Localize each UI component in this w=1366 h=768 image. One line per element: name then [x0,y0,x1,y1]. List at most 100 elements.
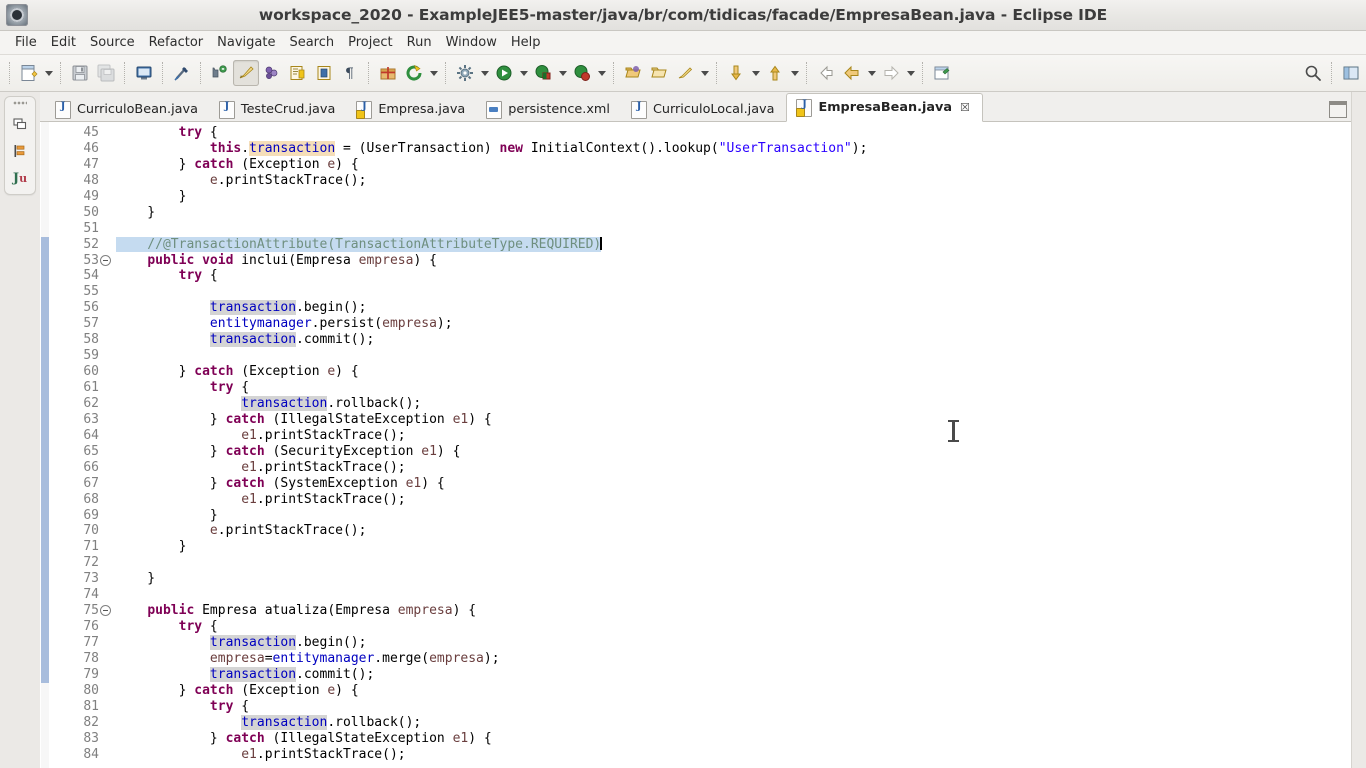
code-line[interactable]: entitymanager.persist(empresa); [116,316,1351,332]
code-line[interactable]: } catch (SecurityException e1) { [116,444,1351,460]
menu-item-search[interactable]: Search [282,33,341,52]
new-java-package-button[interactable] [207,60,233,86]
editor-tab-curriculolocal-java[interactable]: CurriculoLocal.java [622,97,786,122]
code-line[interactable]: } catch (Exception e) { [116,157,1351,173]
build-all-button[interactable] [375,60,401,86]
code-line[interactable]: } [116,539,1351,555]
code-line[interactable]: public Empresa atualiza(Empresa empresa)… [116,603,1351,619]
code-line[interactable]: try { [116,699,1351,715]
close-icon[interactable]: ☒ [960,101,970,114]
code-line[interactable]: e1.printStackTrace(); [116,428,1351,444]
minimize-icon[interactable] [1329,101,1347,118]
code-line[interactable]: e1.printStackTrace(); [116,460,1351,476]
debug-dropdown-arrow[interactable] [595,60,608,86]
external-tools-dropdown-arrow[interactable] [478,60,491,86]
code-line[interactable]: try { [116,380,1351,396]
package-explorer-icon[interactable] [10,114,30,134]
previous-annotation-dropdown-arrow[interactable] [788,60,801,86]
code-line[interactable]: } catch (Exception e) { [116,364,1351,380]
menu-item-project[interactable]: Project [341,33,399,52]
menu-item-navigate[interactable]: Navigate [210,33,282,52]
quick-fix-button[interactable] [672,60,698,86]
code-line[interactable]: try { [116,619,1351,635]
source-code-text[interactable]: try { this.transaction = (UserTransactio… [102,122,1351,768]
code-line[interactable]: transaction.commit(); [116,666,1351,683]
new-window-button[interactable] [929,60,955,86]
junit-view-icon[interactable]: Ju [10,168,30,188]
menu-item-edit[interactable]: Edit [44,33,83,52]
print-button[interactable] [131,60,157,86]
refresh-button[interactable] [401,60,427,86]
run-dropdown-arrow[interactable] [517,60,530,86]
open-resource-button[interactable] [646,60,672,86]
open-perspective-button[interactable] [620,60,646,86]
editor-tab-curriculobean-java[interactable]: CurriculoBean.java [46,97,210,122]
open-type-button[interactable] [285,60,311,86]
code-line[interactable]: } catch (IllegalStateException e1) { [116,412,1351,428]
editor-tab-empresabean-java[interactable]: EmpresaBean.java ☒ [786,93,983,122]
new-wizard-button[interactable] [16,60,42,86]
code-line[interactable]: transaction.commit(); [116,332,1351,348]
code-line[interactable]: } catch (IllegalStateException e1) { [116,731,1351,747]
next-annotation-dropdown-arrow[interactable] [749,60,762,86]
refresh-dropdown-arrow[interactable] [427,60,440,86]
outline-icon[interactable] [10,141,30,161]
code-line[interactable]: e1.printStackTrace(); [116,747,1351,763]
code-line[interactable] [116,348,1351,364]
code-line[interactable] [116,221,1351,237]
code-line[interactable]: transaction.begin(); [116,300,1351,316]
perspective-switcher-button[interactable] [1338,60,1364,86]
editor-tab-persistence-xml[interactable]: persistence.xml [477,97,622,122]
quick-fix-dropdown-arrow[interactable] [698,60,711,86]
code-line[interactable]: //@TransactionAttribute(TransactionAttri… [116,236,1351,253]
menu-item-file[interactable]: File [8,33,44,52]
code-line[interactable]: try { [116,268,1351,284]
code-line[interactable]: try { [116,125,1351,141]
run-button[interactable] [491,60,517,86]
previous-annotation-button[interactable] [762,60,788,86]
java-source-editor[interactable]: 45 46 47 48 49 50 51 52 53 54 55 56 57 58 59 60 61 62 63 64… [40,122,1351,768]
editor-tab-empresa-java[interactable]: Empresa.java [347,97,477,122]
save-all-button[interactable] [93,60,119,86]
save-button[interactable] [67,60,93,86]
menu-item-source[interactable]: Source [83,33,142,52]
code-line[interactable]: e.printStackTrace(); [116,523,1351,539]
code-line[interactable]: } catch (Exception e) { [116,683,1351,699]
trim-grip-handle[interactable] [13,101,27,105]
code-line[interactable]: empresa=entitymanager.merge(empresa); [116,651,1351,667]
code-line[interactable]: public void inclui(Empresa empresa) { [116,253,1351,269]
quick-access-search-button[interactable] [1300,60,1326,86]
menu-item-window[interactable]: Window [439,33,504,52]
new-wizard-dropdown-arrow[interactable] [42,60,55,86]
next-annotation-button[interactable] [723,60,749,86]
menu-item-run[interactable]: Run [400,33,439,52]
forward-button[interactable] [878,60,904,86]
forward-back-button[interactable] [839,60,865,86]
forward-dropdown-arrow[interactable] [904,60,917,86]
code-line[interactable]: e.printStackTrace(); [116,173,1351,189]
code-line[interactable]: transaction.begin(); [116,635,1351,651]
link-editor-button[interactable] [169,60,195,86]
open-task-button[interactable] [311,60,337,86]
code-line[interactable]: e1.printStackTrace(); [116,492,1351,508]
code-line[interactable]: } [116,205,1351,221]
forward-back-dropdown-arrow[interactable] [865,60,878,86]
external-tools-button[interactable] [452,60,478,86]
coverage-button[interactable] [530,60,556,86]
menu-item-refactor[interactable]: Refactor [142,33,211,52]
debug-button[interactable] [569,60,595,86]
code-line[interactable] [116,284,1351,300]
back-button[interactable] [813,60,839,86]
editor-tab-testecrud-java[interactable]: TesteCrud.java [210,97,347,122]
code-line[interactable] [116,555,1351,571]
code-line[interactable]: this.transaction = (UserTransaction) new… [116,140,1351,157]
code-line[interactable]: transaction.rollback(); [116,395,1351,412]
menu-item-help[interactable]: Help [504,33,548,52]
code-line[interactable]: } [116,508,1351,524]
coverage-dropdown-arrow[interactable] [556,60,569,86]
code-line[interactable]: } [116,189,1351,205]
code-line[interactable]: } [116,571,1351,587]
code-line[interactable]: } catch (SystemException e1) { [116,476,1351,492]
show-whitespace-button[interactable]: ¶ [337,60,363,86]
code-line[interactable]: transaction.rollback(); [116,714,1351,731]
